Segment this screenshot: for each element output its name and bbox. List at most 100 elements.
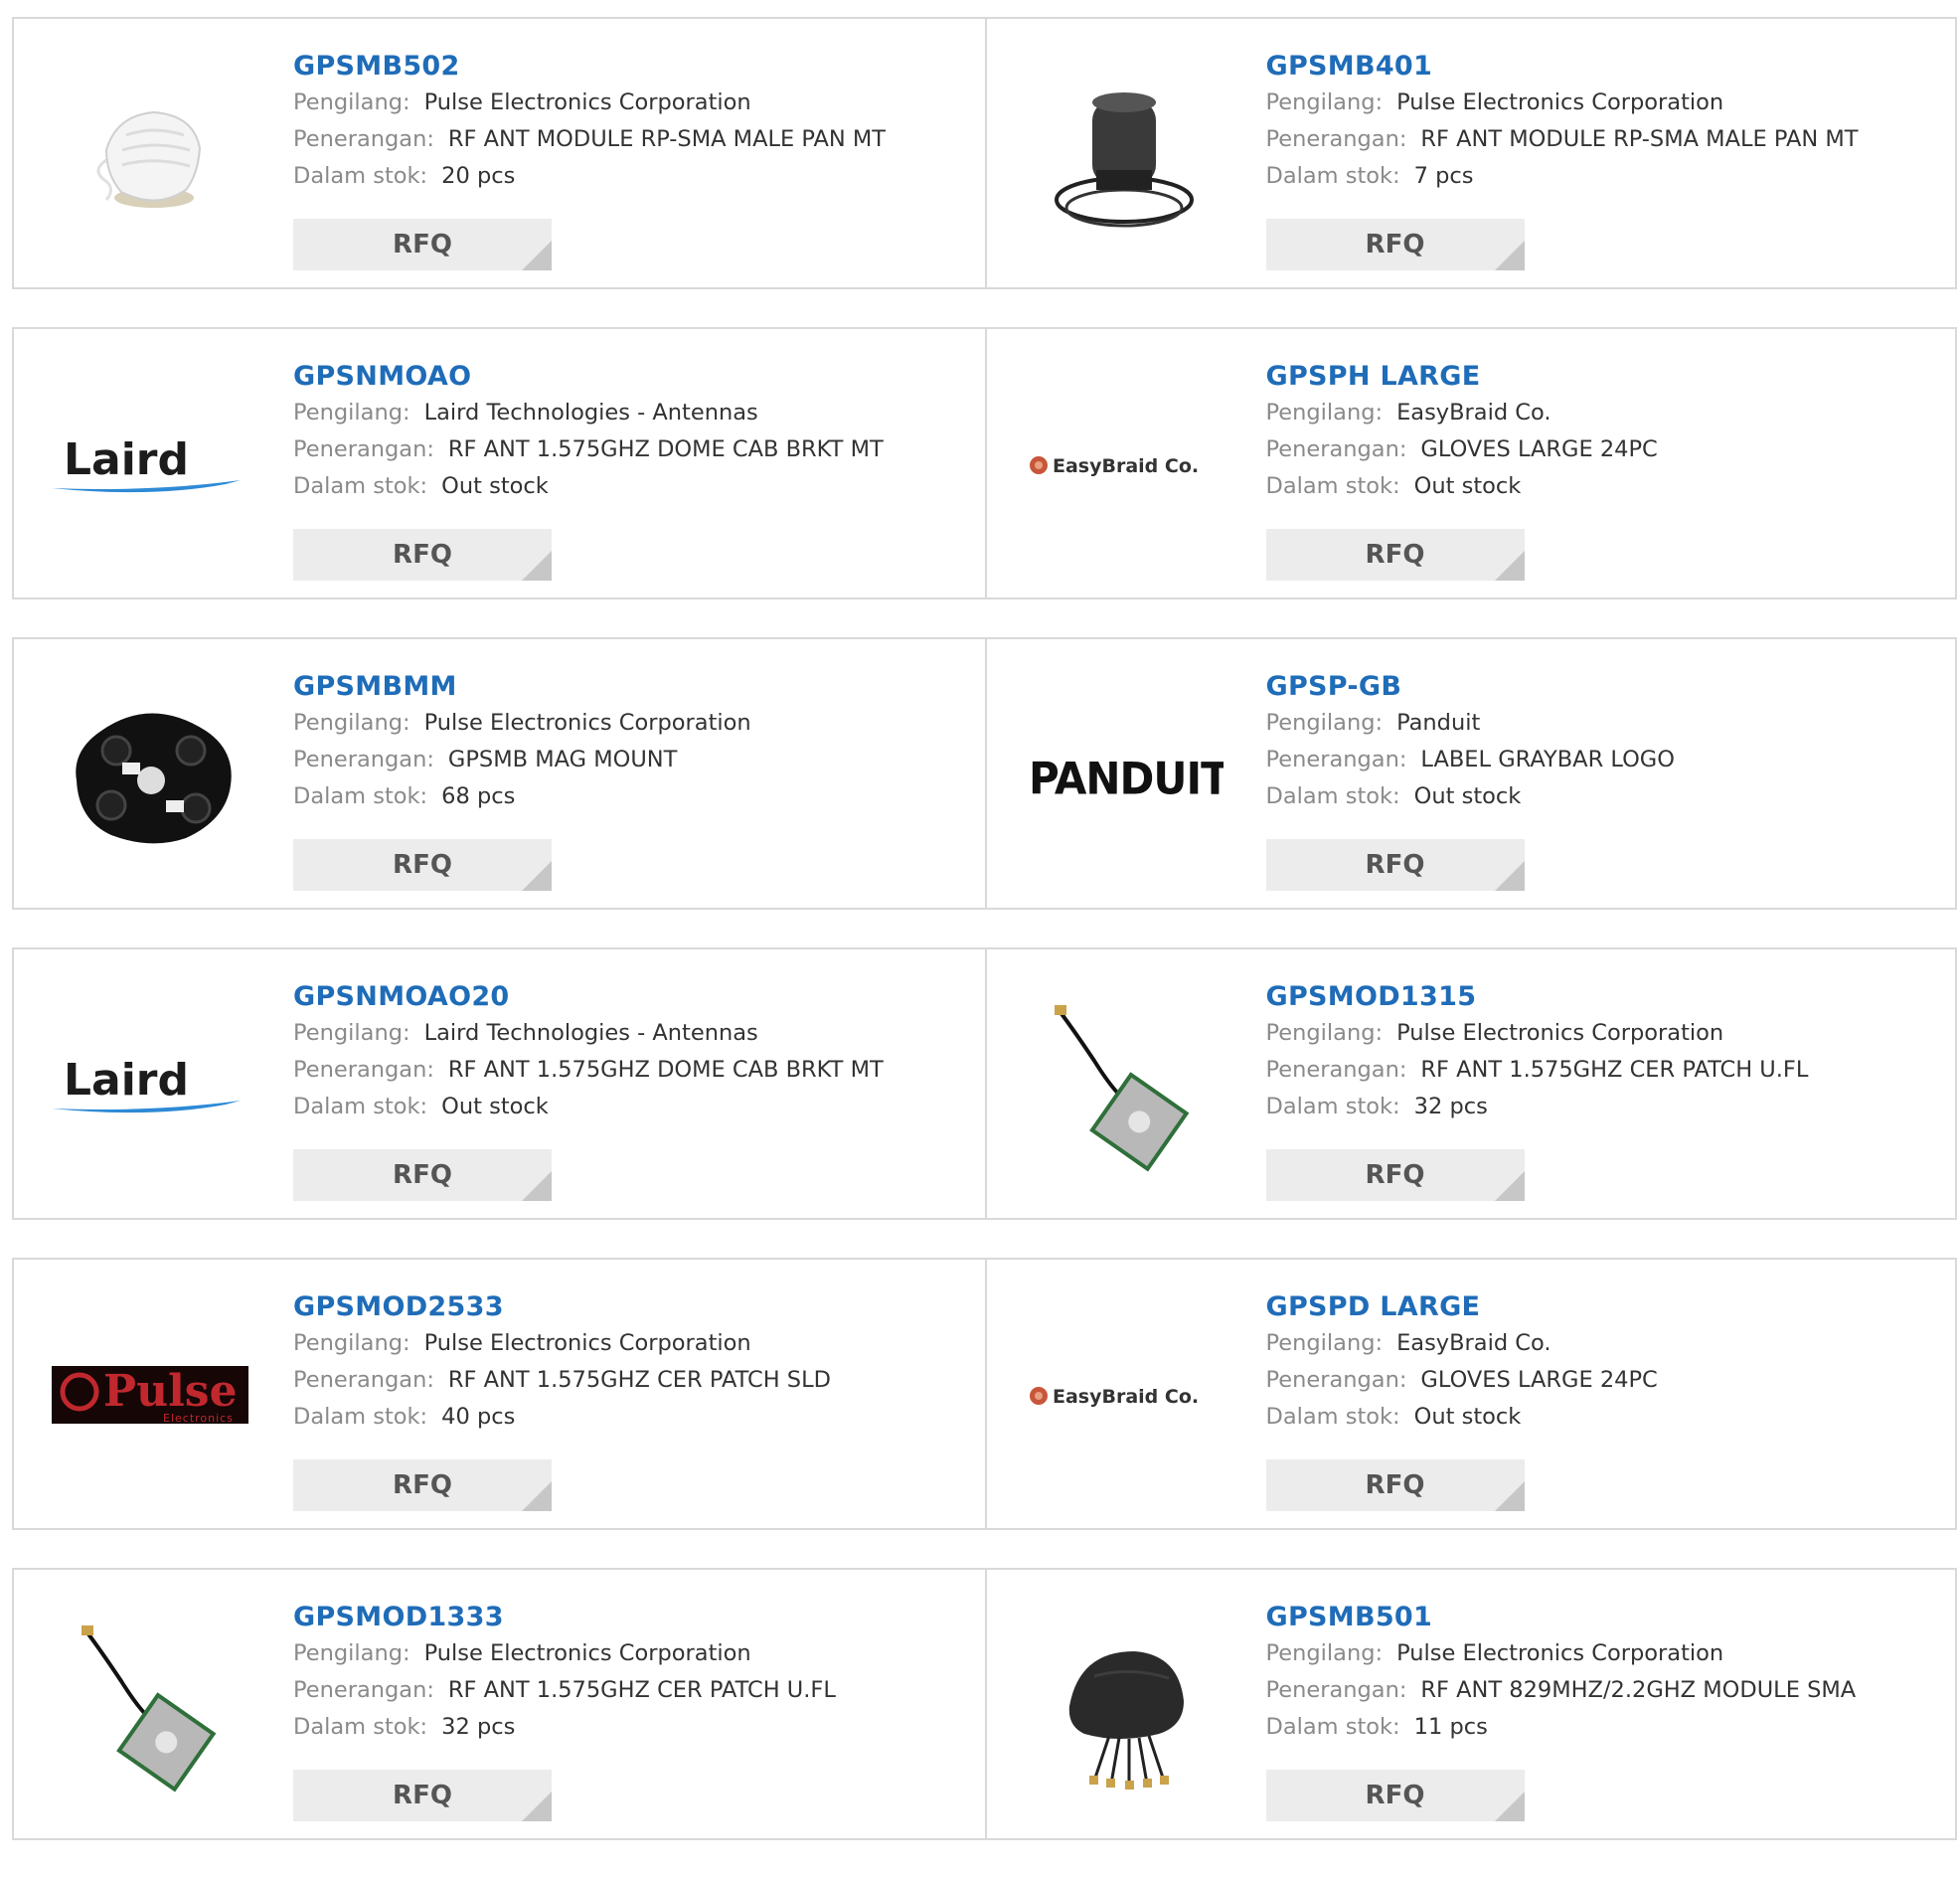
stock-value: Out stock — [1413, 783, 1522, 809]
product-image[interactable]: Laird — [52, 991, 250, 1180]
product-image[interactable]: Pulse Electronics — [52, 1301, 250, 1490]
description-row: Penerangan: RF ANT 829MHZ/2.2GHZ MODULE S… — [1266, 1672, 1946, 1709]
rfq-button[interactable]: RFQ — [1265, 1149, 1525, 1201]
easybraid-logo-text: EasyBraid Co. — [1053, 1386, 1199, 1408]
rfq-button[interactable]: RFQ — [1265, 1459, 1525, 1511]
product-title-link[interactable]: GPSPH LARGE — [1266, 359, 1946, 395]
product-title-link[interactable]: GPSMB501 — [1266, 1600, 1946, 1635]
description-row: Penerangan: LABEL GRAYBAR LOGO — [1266, 742, 1946, 778]
laird-logo-text: Laird — [64, 434, 189, 485]
rfq-button[interactable]: RFQ — [293, 1459, 552, 1511]
product-image[interactable]: EasyBraid Co. — [1025, 1301, 1224, 1490]
product-title-link[interactable]: GPSMOD1315 — [1266, 979, 1946, 1015]
product-row: Laird GPSNMOAO Pengilang: Laird Technolog… — [12, 327, 1957, 599]
product-image-graphic: Laird — [52, 1055, 241, 1113]
rfq-button[interactable]: RFQ — [293, 1770, 552, 1821]
manufacturer-row: Pengilang: Panduit — [1266, 705, 1946, 742]
description-row: Penerangan: GPSMB MAG MOUNT — [293, 742, 975, 778]
manufacturer-row: Pengilang: Pulse Electronics Corporation — [293, 85, 975, 121]
rfq-button-label: RFQ — [1365, 1470, 1425, 1500]
product-title-link[interactable]: GPSNMOAO20 — [293, 979, 975, 1015]
manufacturer-value: Pulse Electronics Corporation — [1396, 89, 1724, 115]
manufacturer-label: Pengilang: — [293, 400, 410, 426]
description-label: Penerangan: — [1265, 747, 1407, 772]
product-row: GPSMBMM Pengilang: Pulse Electronics Corp… — [12, 637, 1957, 910]
product-image[interactable] — [1025, 61, 1224, 250]
manufacturer-row: Pengilang: Pulse Electronics Corporation — [1266, 85, 1946, 121]
stock-label: Dalam stok: — [293, 1094, 428, 1119]
description-value: RF ANT 1.575GHZ CER PATCH SLD — [447, 1367, 831, 1393]
description-value: RF ANT 1.575GHZ CER PATCH U.FL — [1420, 1057, 1809, 1083]
rfq-button-label: RFQ — [393, 850, 452, 880]
manufacturer-row: Pengilang: Pulse Electronics Corporation — [293, 705, 975, 742]
product-card: Pulse Electronics GPSMOD2533 Pengilang: P… — [14, 1260, 985, 1528]
manufacturer-value: Pulse Electronics Corporation — [423, 89, 751, 115]
rfq-button-label: RFQ — [1365, 1781, 1425, 1810]
product-image[interactable] — [1025, 1612, 1224, 1800]
description-row: Penerangan: RF ANT 1.575GHZ CER PATCH U.F… — [1266, 1052, 1946, 1089]
rfq-button[interactable]: RFQ — [1265, 1770, 1525, 1821]
description-label: Penerangan: — [293, 1677, 434, 1703]
product-title-link[interactable]: GPSNMOAO — [293, 359, 975, 395]
manufacturer-label: Pengilang: — [293, 1330, 410, 1356]
product-image[interactable] — [52, 1612, 250, 1800]
stock-value: Out stock — [441, 473, 549, 499]
rfq-button[interactable]: RFQ — [1265, 219, 1525, 270]
product-title-link[interactable]: GPSP-GB — [1266, 669, 1946, 705]
product-image[interactable]: PANDUIT — [1025, 681, 1224, 870]
stock-row: Dalam stok: Out stock — [1266, 468, 1946, 505]
rfq-button[interactable]: RFQ — [293, 839, 552, 891]
stock-label: Dalam stok: — [1265, 473, 1400, 499]
stock-row: Dalam stok: 32 pcs — [293, 1709, 975, 1746]
product-image[interactable] — [52, 61, 250, 250]
product-title-link[interactable]: GPSPD LARGE — [1266, 1289, 1946, 1325]
manufacturer-value: Laird Technologies - Antennas — [423, 1020, 758, 1046]
stock-row: Dalam stok: 32 pcs — [1266, 1089, 1946, 1125]
rfq-button[interactable]: RFQ — [1265, 529, 1525, 581]
manufacturer-value: Laird Technologies - Antennas — [423, 400, 758, 426]
product-image[interactable]: EasyBraid Co. — [1025, 371, 1224, 560]
manufacturer-label: Pengilang: — [1265, 1640, 1384, 1666]
stock-value: Out stock — [1413, 1404, 1522, 1430]
description-label: Penerangan: — [293, 1367, 434, 1393]
product-title-link[interactable]: GPSMBMM — [293, 669, 975, 705]
stock-value: Out stock — [441, 1094, 549, 1119]
stock-value: 68 pcs — [441, 783, 516, 809]
product-image[interactable]: Laird — [52, 371, 250, 560]
product-row: GPSMB502 Pengilang: Pulse Electronics Cor… — [12, 17, 1957, 289]
rfq-button[interactable]: RFQ — [293, 1149, 552, 1201]
manufacturer-label: Pengilang: — [1265, 1020, 1384, 1046]
rfq-button[interactable]: RFQ — [293, 219, 552, 270]
product-grid: GPSMB502 Pengilang: Pulse Electronics Cor… — [12, 17, 1957, 1878]
product-title-link[interactable]: GPSMB401 — [1266, 49, 1946, 85]
stock-row: Dalam stok: Out stock — [1266, 1399, 1946, 1436]
product-title-link[interactable]: GPSMOD2533 — [293, 1289, 975, 1325]
product-image-graphic: EasyBraid Co. — [1029, 1386, 1199, 1408]
manufacturer-label: Pengilang: — [1265, 710, 1384, 736]
rfq-button-label: RFQ — [393, 230, 452, 259]
product-card: PANDUIT GPSP-GB Pengilang: Panduit Penera… — [984, 639, 1956, 908]
description-row: Penerangan: RF ANT 1.575GHZ CER PATCH SLD — [293, 1362, 975, 1399]
product-image-graphic: Laird — [52, 434, 241, 493]
rfq-button[interactable]: RFQ — [1265, 839, 1525, 891]
product-image[interactable] — [1025, 991, 1224, 1180]
description-label: Penerangan: — [1265, 1057, 1407, 1083]
description-value: RF ANT 1.575GHZ DOME CAB BRKT MT — [447, 436, 884, 462]
panduit-logo-text: PANDUIT — [1029, 754, 1224, 804]
stock-row: Dalam stok: Out stock — [1266, 778, 1946, 815]
manufacturer-row: Pengilang: Laird Technologies - Antennas — [293, 1015, 975, 1052]
manufacturer-value: Pulse Electronics Corporation — [1396, 1020, 1724, 1046]
rfq-button[interactable]: RFQ — [293, 529, 552, 581]
rfq-button-label: RFQ — [393, 1470, 452, 1500]
pulse-logo-subtext: Electronics — [163, 1412, 234, 1425]
description-row: Penerangan: RF ANT MODULE RP-SMA MALE PAN… — [1266, 121, 1946, 158]
manufacturer-label: Pengilang: — [1265, 400, 1384, 426]
product-title-link[interactable]: GPSMOD1333 — [293, 1600, 975, 1635]
stock-row: Dalam stok: 40 pcs — [293, 1399, 975, 1436]
manufacturer-row: Pengilang: Pulse Electronics Corporation — [293, 1635, 975, 1672]
manufacturer-value: Pulse Electronics Corporation — [423, 1640, 751, 1666]
product-image[interactable] — [52, 681, 250, 870]
stock-label: Dalam stok: — [293, 783, 428, 809]
product-title-link[interactable]: GPSMB502 — [293, 49, 975, 85]
manufacturer-label: Pengilang: — [293, 1640, 410, 1666]
